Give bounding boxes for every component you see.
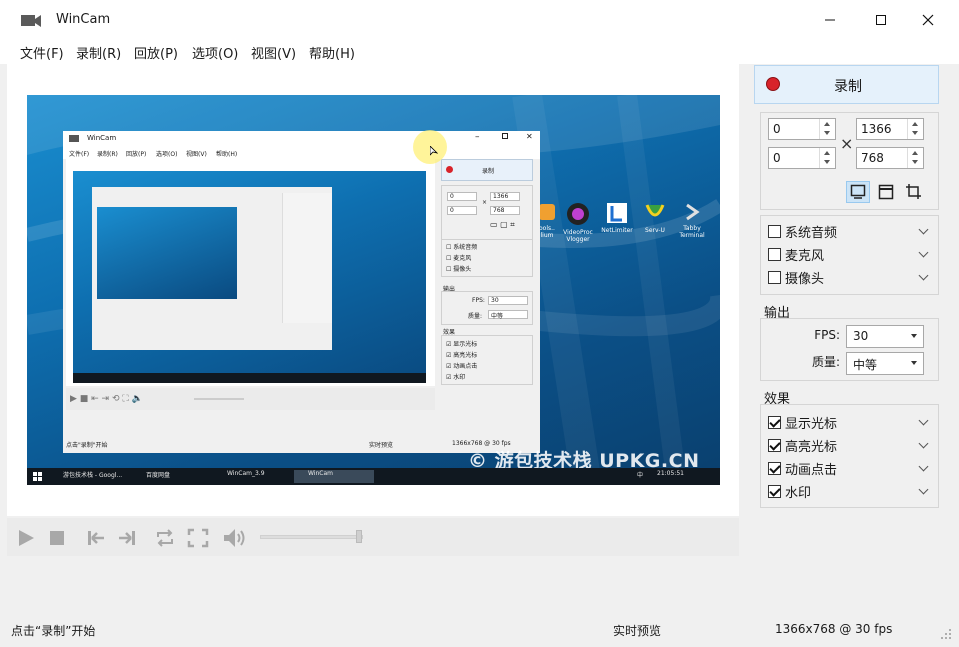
region-y-input[interactable]: 0 bbox=[768, 147, 836, 169]
menu-bar: 文件(F) 录制(R) 回放(P) 选项(O) 视图(V) 帮助(H) bbox=[0, 40, 959, 64]
chevron-down-icon[interactable] bbox=[918, 438, 929, 449]
chevron-down-icon[interactable] bbox=[918, 247, 929, 258]
taskbar-item: WinCam_3.9 bbox=[227, 470, 265, 477]
menu-file[interactable]: 文件(F) bbox=[20, 43, 64, 62]
window-mode-button[interactable] bbox=[874, 181, 898, 203]
chevron-down-icon[interactable] bbox=[918, 224, 929, 235]
play-icon bbox=[19, 530, 34, 546]
volume-icon bbox=[224, 529, 245, 547]
chevron-down-icon[interactable] bbox=[918, 461, 929, 472]
taskbar-clock: 21:05:51 bbox=[657, 470, 684, 477]
title-bar: WinCam bbox=[0, 0, 959, 40]
windows-start-icon bbox=[33, 472, 42, 481]
menu-playback[interactable]: 回放(P) bbox=[134, 43, 178, 62]
quality-select[interactable]: 中等 bbox=[846, 352, 924, 375]
stop-icon bbox=[50, 531, 64, 545]
skip-back-button[interactable] bbox=[83, 525, 109, 551]
animate-clicks-checkbox[interactable]: 动画点击 bbox=[768, 459, 929, 479]
menu-view[interactable]: 视图(V) bbox=[251, 43, 296, 62]
dropdown-arrow-icon bbox=[911, 361, 917, 365]
minimize-button[interactable] bbox=[807, 0, 853, 40]
taskbar-ime: 中 bbox=[637, 472, 644, 479]
fps-label: FPS: bbox=[814, 328, 840, 342]
fps-select[interactable]: 30 bbox=[846, 325, 924, 348]
menu-record[interactable]: 录制(R) bbox=[76, 43, 121, 62]
fullscreen-button[interactable] bbox=[185, 525, 211, 551]
fullscreen-icon bbox=[187, 528, 209, 548]
chevron-down-icon[interactable] bbox=[918, 415, 929, 426]
spin-buttons[interactable] bbox=[907, 119, 923, 139]
record-button[interactable]: 录制 bbox=[754, 65, 939, 104]
taskbar-item: 百度网盘 bbox=[146, 472, 171, 479]
watermark-checkbox[interactable]: 水印 bbox=[768, 482, 929, 502]
crop-icon bbox=[906, 184, 921, 199]
region-height-input[interactable]: 768 bbox=[856, 147, 924, 169]
taskbar: 游包技术栈 - Googl... 百度网盘 WinCam_3.9 WinCam … bbox=[27, 468, 720, 485]
loop-icon bbox=[157, 529, 173, 547]
app-icon bbox=[21, 15, 41, 27]
desktop-icon: Tabby Terminal bbox=[672, 201, 712, 239]
close-button[interactable] bbox=[905, 0, 951, 40]
volume-slider-track[interactable] bbox=[260, 535, 363, 539]
chevron-down-icon[interactable] bbox=[918, 270, 929, 281]
status-mode: 实时预览 bbox=[613, 624, 662, 638]
playback-controls bbox=[7, 518, 739, 556]
minimize-icon bbox=[825, 19, 835, 21]
menu-options[interactable]: 选项(O) bbox=[192, 43, 238, 62]
times-sign: × bbox=[840, 134, 854, 153]
system-audio-checkbox[interactable]: 系统音频 bbox=[768, 222, 929, 242]
captured-wincam-window: WinCam – ✕ 文件(F) 录制(R) 回放(P) 选项(O) 视图(V)… bbox=[63, 131, 540, 453]
dropdown-arrow-icon bbox=[911, 334, 917, 338]
status-bar: 点击“录制”开始 实时预览 1366x768 @ 30 fps bbox=[0, 619, 959, 647]
status-hint: 点击“录制”开始 bbox=[11, 624, 96, 638]
loop-button[interactable] bbox=[152, 525, 178, 551]
desktop-icon: VideoProc Vlogger bbox=[558, 201, 598, 243]
desktop-icon: NetLimiter bbox=[597, 201, 637, 234]
window-icon bbox=[878, 184, 894, 200]
spin-buttons[interactable] bbox=[819, 148, 835, 168]
maximize-icon bbox=[876, 15, 886, 25]
show-cursor-checkbox[interactable]: 显示光标 bbox=[768, 413, 929, 433]
stop-button[interactable] bbox=[44, 525, 70, 551]
webcam-checkbox[interactable]: 摄像头 bbox=[768, 268, 929, 288]
skip-forward-button[interactable] bbox=[114, 525, 140, 551]
region-mode-button[interactable] bbox=[902, 181, 926, 203]
live-preview-screen: ools.. lium VideoProc Vlogger NetLimiter… bbox=[27, 95, 720, 485]
status-resolution: 1366x768 @ 30 fps bbox=[775, 622, 893, 636]
spin-buttons[interactable] bbox=[819, 119, 835, 139]
chevron-down-icon[interactable] bbox=[918, 484, 929, 495]
skip-forward-icon bbox=[119, 531, 135, 545]
taskbar-item: 游包技术栈 - Googl... bbox=[63, 472, 123, 479]
resize-grip-icon[interactable] bbox=[940, 628, 952, 640]
volume-slider-thumb[interactable] bbox=[356, 530, 362, 543]
window-title: WinCam bbox=[56, 12, 111, 27]
region-width-input[interactable]: 1366 bbox=[856, 118, 924, 140]
maximize-button[interactable] bbox=[858, 0, 904, 40]
fullscreen-mode-button[interactable] bbox=[846, 181, 870, 203]
menu-help[interactable]: 帮助(H) bbox=[309, 43, 355, 62]
microphone-checkbox[interactable]: 麦克风 bbox=[768, 245, 929, 265]
cursor-icon bbox=[430, 146, 438, 156]
quality-label: 质量: bbox=[811, 355, 840, 369]
taskbar-item: WinCam bbox=[294, 470, 374, 483]
play-button[interactable] bbox=[13, 525, 39, 551]
skip-back-icon bbox=[88, 531, 104, 545]
close-icon bbox=[922, 14, 934, 26]
highlight-cursor-checkbox[interactable]: 高亮光标 bbox=[768, 436, 929, 456]
record-icon bbox=[766, 77, 780, 91]
monitor-icon bbox=[850, 184, 866, 199]
region-x-input[interactable]: 0 bbox=[768, 118, 836, 140]
volume-button[interactable] bbox=[222, 525, 248, 551]
preview-footer-area bbox=[7, 556, 739, 617]
desktop-icon: Serv-U bbox=[635, 201, 675, 234]
record-label: 录制 bbox=[834, 79, 862, 95]
spin-buttons[interactable] bbox=[907, 148, 923, 168]
